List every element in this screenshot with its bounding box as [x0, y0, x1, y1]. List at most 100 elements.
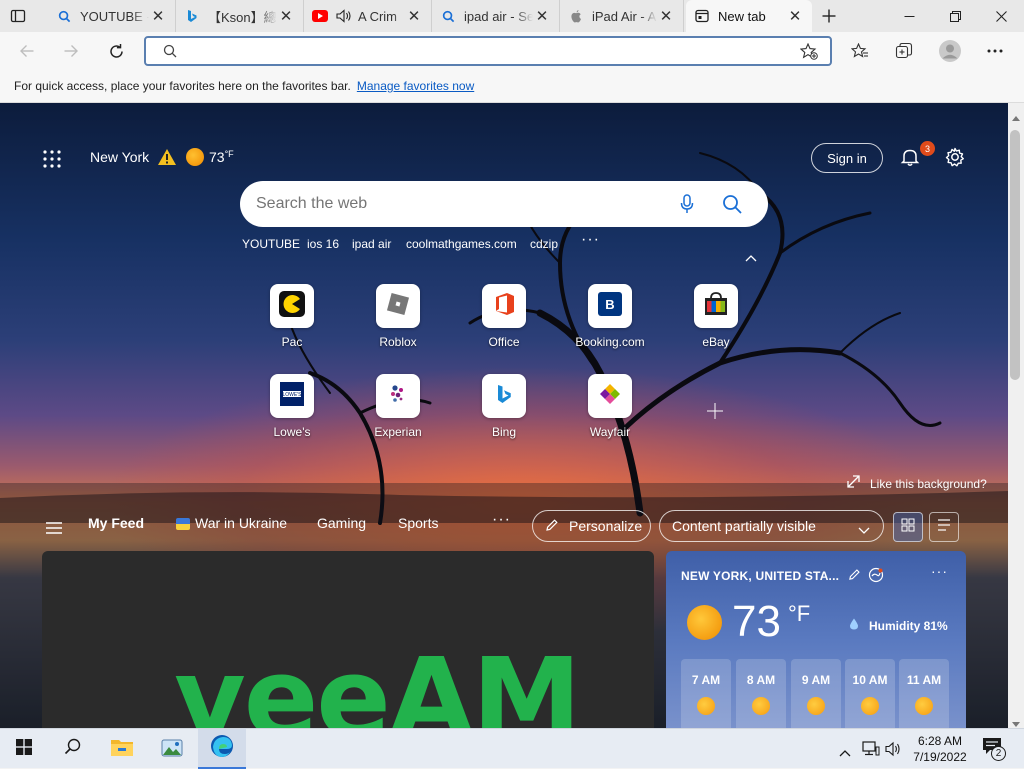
collapse-chevron-icon[interactable] — [745, 249, 757, 267]
speaker-icon[interactable] — [336, 8, 352, 24]
add-site-plus-icon[interactable] — [706, 402, 724, 425]
weather-more-icon[interactable]: ··· — [931, 563, 948, 579]
tab-youtube-search[interactable]: YOUTUBE - ✕ — [48, 0, 176, 32]
weather-location[interactable]: New York — [90, 149, 149, 165]
network-icon[interactable] — [862, 741, 880, 762]
notifications-bell-icon[interactable] — [900, 147, 920, 172]
list-layout-button[interactable] — [929, 512, 959, 542]
quick-link-ios16[interactable]: ios 16 — [307, 237, 339, 251]
tab-ipad-apple[interactable]: iPad Air - A ✕ — [560, 0, 684, 32]
tab-youtube-video[interactable]: A Crim ✕ — [304, 0, 432, 32]
scrollbar-thumb[interactable] — [1010, 130, 1020, 380]
search-icon — [56, 8, 72, 24]
start-button[interactable] — [0, 729, 48, 769]
hourly-forecast-8am[interactable]: 8 AM — [736, 659, 786, 728]
hourly-forecast-10am[interactable]: 10 AM — [845, 659, 895, 728]
action-center-button[interactable]: 2 — [982, 737, 1008, 763]
tab-new-tab[interactable]: New tab ✕ — [686, 0, 812, 32]
windows-logo-icon — [16, 738, 32, 760]
search-taskbar-button[interactable] — [48, 729, 96, 769]
volume-icon[interactable] — [885, 741, 903, 762]
apps-launcher-icon[interactable] — [43, 150, 61, 173]
feed-more-icon[interactable]: ··· — [492, 511, 511, 529]
quick-link-coolmathgames[interactable]: coolmathgames.com — [406, 237, 517, 251]
sign-in-button[interactable]: Sign in — [811, 143, 883, 173]
tab-ipad-search[interactable]: ipad air - Se ✕ — [432, 0, 560, 32]
minimize-button[interactable] — [886, 0, 932, 32]
hour-label: 11 AM — [906, 673, 942, 687]
tab-kson[interactable]: 【Kson】總長 ✕ — [176, 0, 304, 32]
content-visibility-dropdown[interactable]: Content partially visible — [659, 510, 884, 542]
sign-in-label: Sign in — [827, 150, 867, 166]
quick-link-cdzip[interactable]: cdzip — [530, 237, 558, 251]
favorites-icon[interactable] — [845, 36, 875, 66]
hourly-forecast-11am[interactable]: 11 AM — [899, 659, 949, 728]
scroll-up-icon[interactable] — [1012, 108, 1020, 126]
taskbar-clock[interactable]: 6:28 AM 7/19/2022 — [904, 733, 976, 765]
site-tile-pac[interactable] — [270, 284, 314, 328]
web-search-input[interactable] — [256, 195, 656, 213]
page-settings-gear-icon[interactable] — [945, 147, 965, 172]
site-tile-ebay[interactable] — [694, 284, 738, 328]
feed-tab-sports[interactable]: Sports — [398, 515, 438, 531]
microphone-icon[interactable] — [680, 194, 694, 219]
edit-location-icon[interactable] — [848, 568, 861, 586]
close-icon[interactable]: ✕ — [657, 7, 675, 25]
office-icon — [493, 292, 515, 321]
profile-avatar[interactable] — [935, 36, 965, 66]
close-window-button[interactable] — [978, 0, 1024, 32]
back-button[interactable] — [12, 36, 42, 66]
weather-app-icon[interactable] — [868, 567, 884, 588]
feed-tab-gaming[interactable]: Gaming — [317, 515, 366, 531]
weather-sun-icon — [687, 605, 722, 640]
close-icon[interactable]: ✕ — [277, 7, 295, 25]
close-icon[interactable]: ✕ — [405, 7, 423, 25]
feed-tab-war-in-ukraine[interactable]: War in Ukraine — [195, 515, 287, 531]
weather-card[interactable]: NEW YORK, UNITED STA... ··· 73 °F Humidi… — [666, 551, 966, 728]
feed-tab-my-feed[interactable]: My Feed — [88, 515, 144, 531]
photos-app-button[interactable] — [148, 729, 196, 769]
site-tile-booking[interactable]: B — [588, 284, 632, 328]
tab-actions-icon[interactable] — [10, 8, 26, 24]
site-tile-office[interactable] — [482, 284, 526, 328]
grid-layout-button[interactable] — [893, 512, 923, 542]
address-input[interactable] — [144, 36, 832, 66]
collections-icon[interactable] — [889, 36, 919, 66]
edge-icon — [210, 734, 234, 763]
manage-favorites-link[interactable]: Manage favorites now — [357, 79, 474, 93]
web-search-box[interactable] — [240, 181, 768, 227]
feed-menu-icon[interactable] — [46, 521, 62, 539]
forward-button[interactable] — [56, 36, 86, 66]
header-temp-value: 73 — [209, 149, 225, 165]
show-hidden-icons-chevron[interactable] — [839, 744, 851, 762]
file-explorer-button[interactable] — [98, 729, 146, 769]
close-icon[interactable]: ✕ — [533, 7, 551, 25]
edge-taskbar-button[interactable] — [198, 729, 246, 769]
refresh-button[interactable] — [101, 36, 131, 66]
add-favorite-icon[interactable] — [799, 42, 818, 65]
warning-icon[interactable] — [157, 148, 177, 171]
site-label-wayfair: Wayfair — [589, 425, 631, 439]
new-tab-plus-icon[interactable] — [818, 5, 840, 27]
quick-link-youtube[interactable]: YOUTUBE — [242, 237, 300, 251]
search-submit-icon[interactable] — [722, 194, 742, 219]
close-icon[interactable]: ✕ — [786, 7, 804, 25]
settings-more-icon[interactable] — [980, 36, 1010, 66]
header-temperature[interactable]: 73°F — [209, 149, 234, 165]
close-icon[interactable]: ✕ — [149, 7, 167, 25]
quick-link-ipad-air[interactable]: ipad air — [352, 237, 391, 251]
weather-card-location[interactable]: NEW YORK, UNITED STA... — [681, 569, 839, 583]
hourly-forecast-9am[interactable]: 9 AM — [791, 659, 841, 728]
quick-links-more-icon[interactable]: ··· — [581, 231, 600, 249]
like-background-link[interactable]: Like this background? — [847, 475, 987, 493]
sun-icon — [915, 697, 933, 715]
site-tile-wayfair[interactable] — [588, 374, 632, 418]
personalize-button[interactable]: Personalize — [532, 510, 651, 542]
restore-button[interactable] — [932, 0, 978, 32]
site-tile-bing[interactable] — [482, 374, 526, 418]
site-tile-roblox[interactable] — [376, 284, 420, 328]
hourly-forecast-7am[interactable]: 7 AM — [681, 659, 731, 728]
site-tile-lowes[interactable]: LOWE'S — [270, 374, 314, 418]
site-tile-experian[interactable] — [376, 374, 420, 418]
feed-ad-card[interactable]: veeAM — [42, 551, 654, 728]
